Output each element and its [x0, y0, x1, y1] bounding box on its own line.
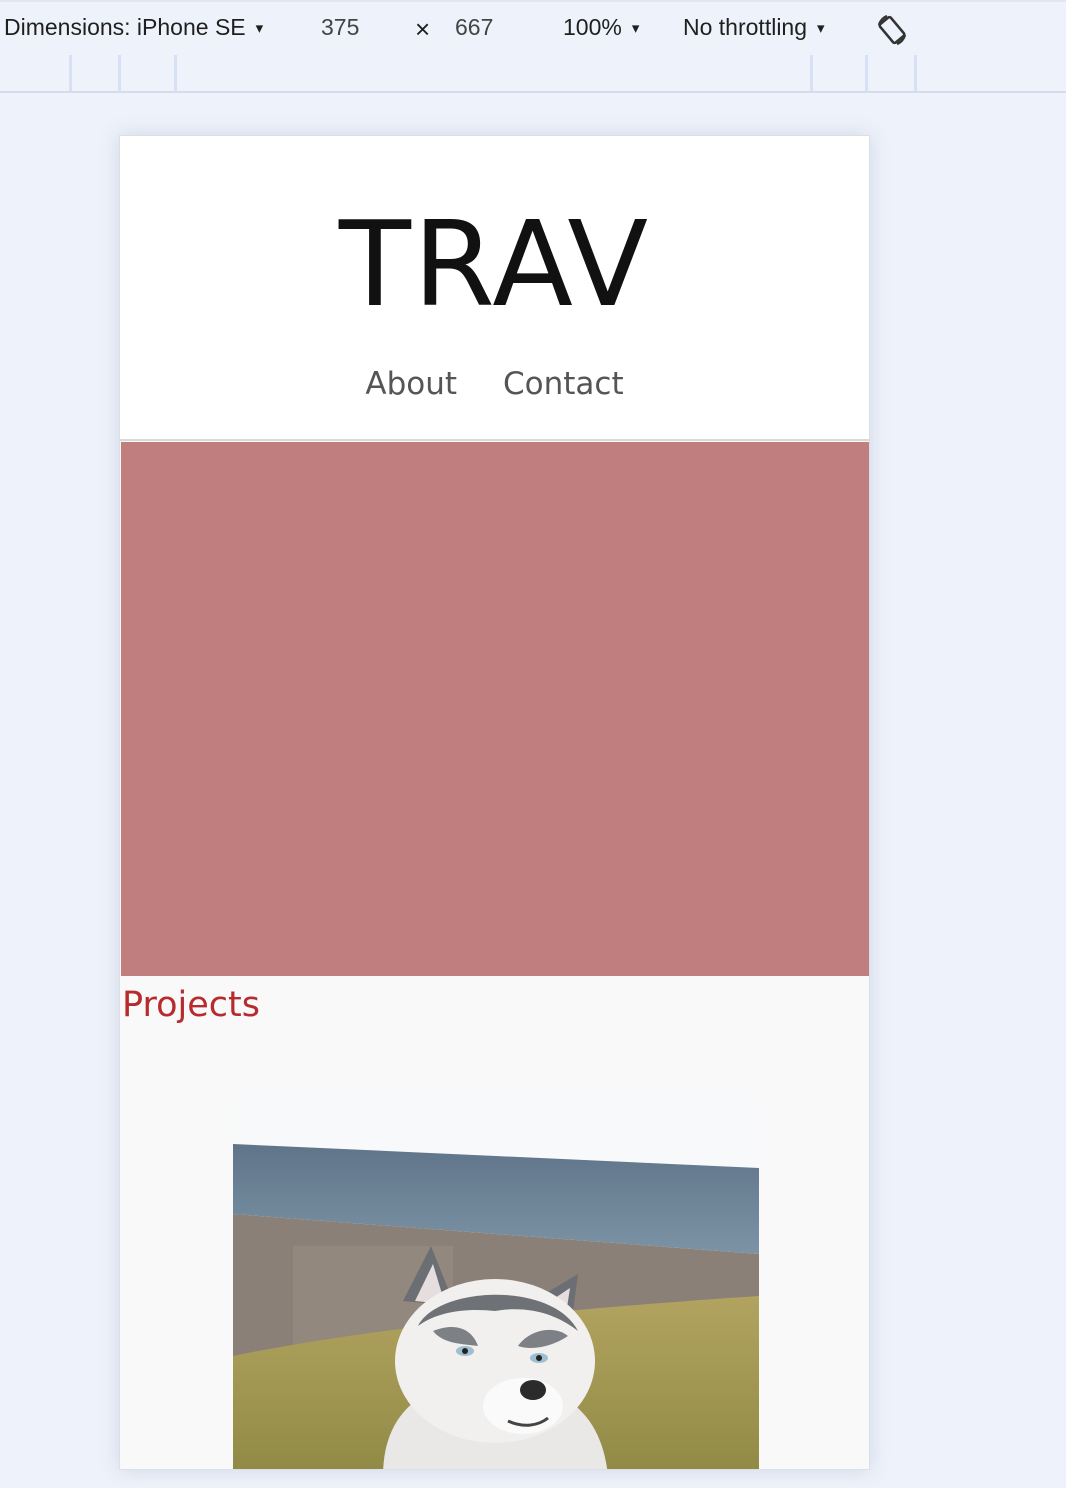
ruler-marker[interactable]	[810, 55, 813, 91]
projects-heading: Projects	[122, 985, 260, 1025]
width-input[interactable]: 375	[321, 14, 359, 41]
device-select-label: Dimensions: iPhone SE	[4, 14, 246, 40]
site-header: TRAV About Contact	[120, 136, 869, 441]
throttling-select-label: No throttling	[683, 14, 808, 40]
rotate-icon[interactable]	[874, 12, 910, 48]
nav-link-about[interactable]: About	[365, 362, 457, 406]
device-viewport: TRAV About Contact Projects	[119, 135, 870, 1470]
zoom-select-label: 100%	[563, 14, 622, 40]
dimension-separator: ×	[415, 14, 431, 44]
chevron-down-icon: ▾	[817, 19, 825, 37]
devtools-device-toolbar: Dimensions: iPhone SE ▾ 375 × 667 100% ▾…	[0, 0, 1066, 55]
hero-banner	[121, 442, 869, 976]
site-nav: About Contact	[120, 362, 869, 406]
chevron-down-icon: ▾	[631, 19, 640, 37]
media-query-ruler	[0, 55, 1066, 93]
nav-link-contact[interactable]: Contact	[503, 362, 624, 406]
zoom-select[interactable]: 100% ▾	[563, 14, 639, 41]
site-logo[interactable]: TRAV	[120, 194, 869, 334]
throttling-select[interactable]: No throttling ▾	[683, 14, 825, 41]
husky-photo	[233, 1096, 759, 1469]
chevron-down-icon: ▾	[255, 19, 264, 37]
ruler-marker[interactable]	[865, 55, 868, 91]
ruler-marker[interactable]	[914, 55, 917, 91]
ruler-marker[interactable]	[69, 55, 72, 91]
device-select[interactable]: Dimensions: iPhone SE ▾	[4, 14, 263, 41]
ruler-marker[interactable]	[118, 55, 121, 91]
ruler-marker[interactable]	[174, 55, 177, 91]
height-input[interactable]: 667	[455, 14, 493, 41]
